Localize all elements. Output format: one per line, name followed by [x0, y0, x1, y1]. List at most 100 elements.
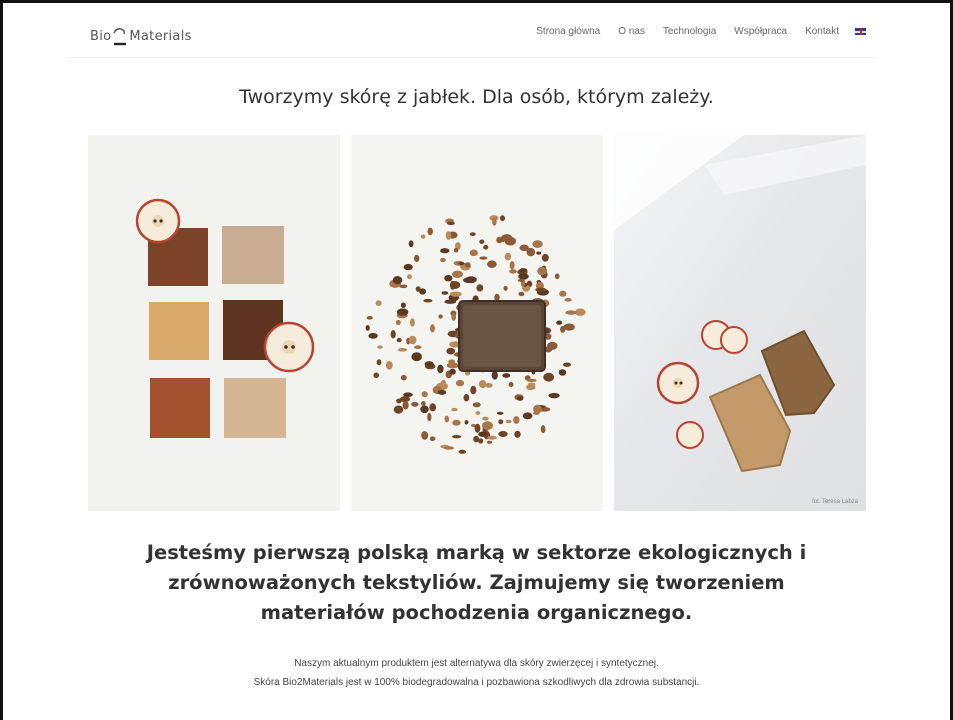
apple-chip	[452, 435, 462, 439]
apple-chip	[482, 421, 493, 430]
apple-chip	[411, 352, 422, 362]
photo-apple-pomace	[351, 135, 603, 511]
apple-chip	[505, 419, 512, 424]
apple-chip	[522, 412, 533, 420]
apple-chip	[451, 312, 456, 321]
apple-chip	[504, 252, 512, 261]
apple-chip	[414, 345, 422, 350]
apple-chip	[463, 277, 476, 284]
apple-chip	[458, 261, 465, 266]
apple-chip	[514, 430, 521, 438]
apple-chip	[487, 260, 497, 268]
apple-chip	[502, 373, 511, 378]
nav-cooperation[interactable]: Współpraca	[734, 26, 787, 37]
photo-leather-swatches	[88, 135, 340, 511]
apple-chip	[537, 266, 548, 276]
apple-chip	[540, 425, 546, 434]
apple-chip	[446, 347, 455, 355]
apple-chip	[492, 217, 497, 226]
apple-chip	[441, 291, 449, 295]
apple-chip	[478, 438, 484, 444]
apple-chip	[385, 361, 393, 370]
apple-chip	[449, 281, 461, 289]
apple-chip	[517, 278, 525, 282]
photo-leather-products: fot. Teresa Łabza	[614, 135, 866, 511]
apple-chip	[526, 384, 536, 391]
apple-chip	[375, 300, 382, 306]
nav-technology[interactable]: Technologia	[663, 26, 716, 37]
apple-chip	[449, 368, 456, 375]
uk-flag-icon[interactable]	[855, 28, 866, 35]
apple-chip	[498, 419, 504, 425]
apple-chip	[400, 302, 406, 308]
apple-chip	[478, 431, 488, 437]
apple-chip	[500, 215, 505, 222]
apple-chip	[469, 232, 476, 236]
apple-chip	[430, 324, 435, 333]
apple-chip	[496, 411, 504, 415]
about-line-1: Naszym aktualnym produktem jest alternat…	[294, 658, 659, 669]
apple-chip	[444, 275, 453, 282]
apple-chip	[397, 348, 408, 352]
brand-logo[interactable]: Bio Materials	[90, 25, 192, 47]
apple-chip	[485, 383, 493, 388]
apple-chip	[476, 284, 484, 292]
apple-chip	[440, 248, 450, 254]
apple-chip	[541, 253, 549, 262]
apple-chip	[559, 290, 567, 297]
apple-chip	[421, 431, 429, 440]
apple-chip	[420, 234, 426, 239]
apple-chip	[464, 420, 469, 425]
apple-chip	[452, 270, 463, 278]
apple-chip	[543, 372, 555, 382]
apple-chip	[498, 431, 508, 437]
apple-chip	[427, 227, 433, 236]
apple-chip	[368, 332, 378, 339]
apple-chip	[438, 314, 443, 319]
apple-chip	[427, 412, 432, 422]
apple-chip	[565, 310, 577, 315]
apple-chip	[423, 298, 433, 303]
apple-chip	[414, 254, 420, 262]
apple-chip	[377, 345, 383, 349]
about-description: Naszym aktualnym produktem jest alternat…	[100, 654, 853, 692]
apple-chip	[491, 371, 498, 380]
apple-chip	[486, 440, 493, 444]
apple-chip	[420, 405, 429, 414]
apple-chip	[564, 298, 572, 302]
apple-chip	[470, 385, 477, 395]
apple-chip	[483, 245, 489, 250]
nav-about[interactable]: O nas	[618, 26, 645, 37]
apple-chip	[452, 419, 461, 426]
apple-chip	[513, 416, 520, 424]
apple-chip	[393, 405, 404, 414]
apple-chip	[509, 261, 515, 270]
apple-chip	[455, 379, 465, 387]
apple-chip	[556, 320, 563, 325]
apple-chip	[535, 287, 547, 293]
apple-chip	[451, 407, 458, 412]
apple-chip	[463, 394, 470, 402]
apple-chip	[392, 276, 403, 285]
apple-chip	[437, 364, 444, 374]
nav-home[interactable]: Strona główna	[536, 26, 600, 37]
apple-chip	[395, 319, 401, 326]
apple-chip	[508, 382, 514, 387]
apple-chip	[446, 362, 459, 369]
apple-chip	[503, 285, 508, 291]
apple-chip	[518, 273, 529, 280]
apple-chip	[563, 323, 575, 331]
apple-chip	[558, 369, 567, 376]
nav-contact[interactable]: Kontakt	[805, 26, 839, 37]
apple-chip	[475, 411, 481, 415]
apple-chip	[408, 335, 417, 345]
apple-chip	[518, 291, 525, 297]
apple-chip	[411, 401, 419, 407]
apple-chip	[437, 389, 447, 395]
apple-chip	[519, 244, 529, 252]
apple-chip	[469, 249, 478, 257]
logo-2-icon	[113, 28, 127, 46]
apple-chip	[424, 361, 434, 368]
apple-chip	[421, 401, 426, 406]
apple-chip	[504, 236, 516, 246]
